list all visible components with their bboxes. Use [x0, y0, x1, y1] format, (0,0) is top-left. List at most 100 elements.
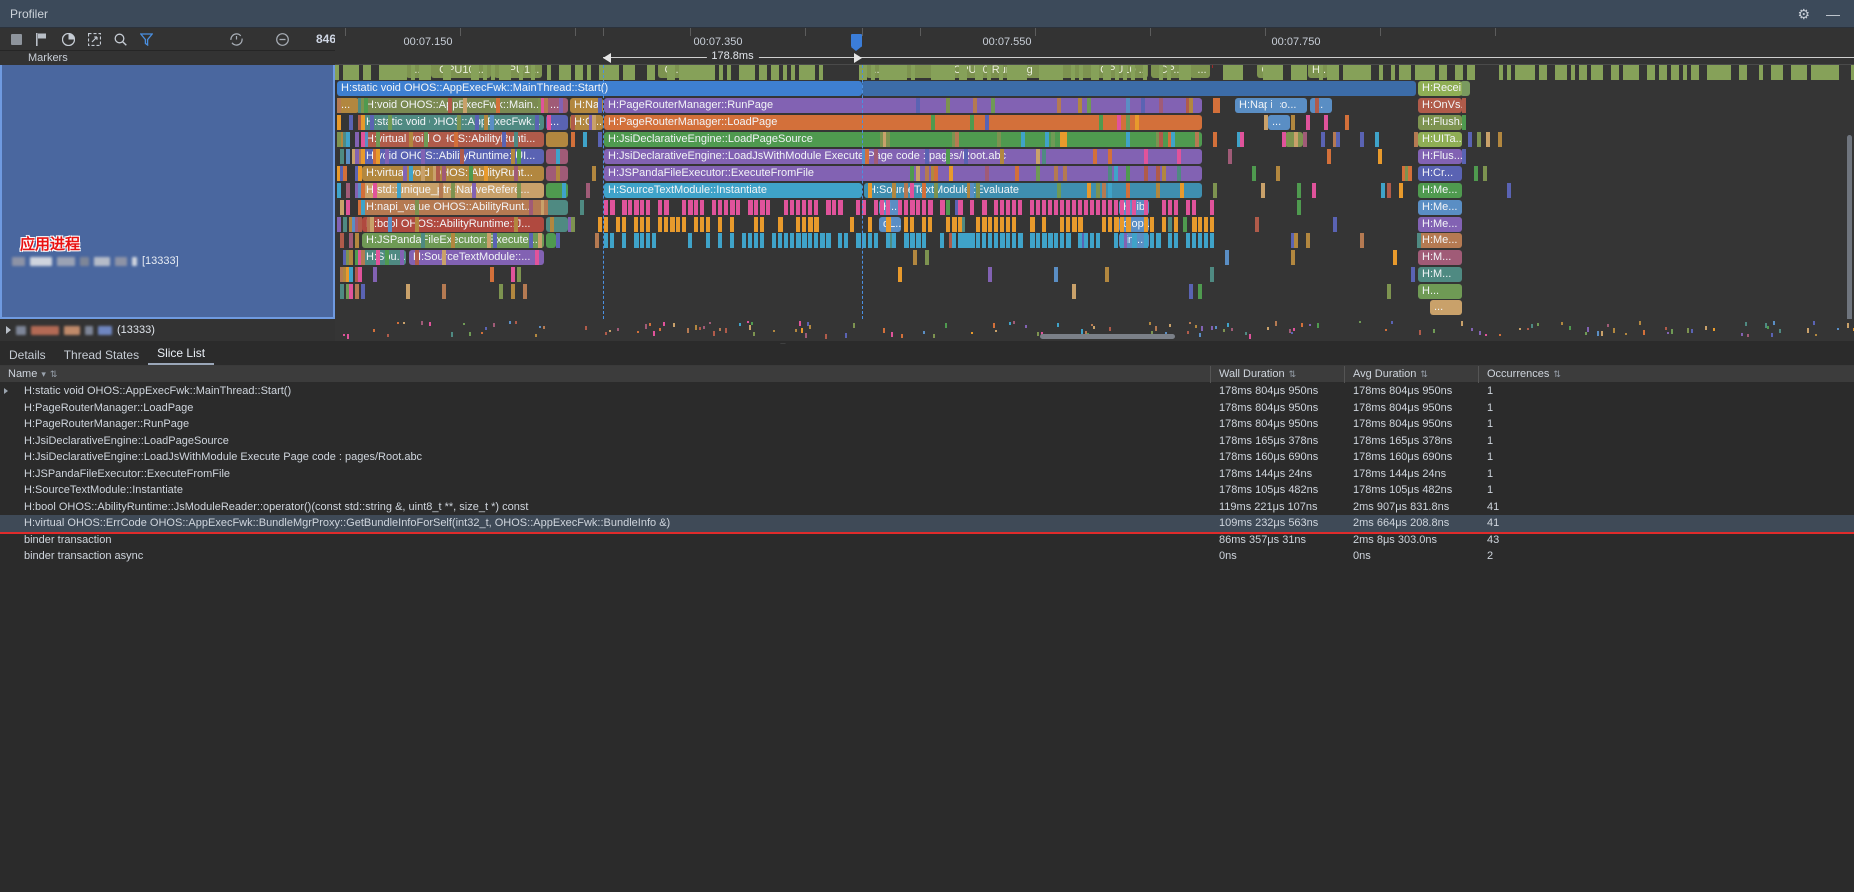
flame-micro-slice [340, 233, 344, 248]
flame-micro-slice [1411, 267, 1415, 282]
sort-icon[interactable]: ⇅ [1553, 369, 1561, 380]
table-row[interactable]: binder transaction async 0ns 0ns 2 [0, 548, 1854, 565]
flame-micro-slice [1267, 98, 1271, 113]
flame-slice[interactable]: H:Flus... [1418, 149, 1462, 164]
flame-slice[interactable]: H:JSPandaFileExecutor::ExecuteFromFile [604, 166, 1202, 181]
flame-micro-slice [346, 149, 350, 164]
table-row[interactable]: H:JsiDeclarativeEngine::LoadPageSource 17… [0, 433, 1854, 450]
sort-icon[interactable]: ⇅ [1420, 369, 1428, 380]
flame-slice[interactable]: H:SourceTextModule::... [409, 250, 544, 265]
flame-slice[interactable]: H... [1418, 284, 1462, 299]
flame-micro-slice [1126, 200, 1130, 215]
column-header-occurrences[interactable]: Occurrences ⇅ [1479, 366, 1569, 383]
table-row[interactable]: H:JSPandaFileExecutor::ExecuteFromFile 17… [0, 466, 1854, 483]
table-row[interactable]: H:JsiDeclarativeEngine::LoadJsWithModule… [0, 449, 1854, 466]
zoom-out-icon[interactable] [272, 29, 292, 49]
process-track-panel[interactable]: 应用进程 [13333] [0, 65, 335, 319]
flame-slice[interactable]: H... [1308, 65, 1328, 78]
flame-slice[interactable]: H:SourceTextModule::Evaluate [864, 183, 1202, 198]
flame-slice[interactable]: H:Me... [1418, 183, 1462, 198]
flame-slice[interactable]: H:Flush... [1418, 115, 1462, 130]
tab-thread-states[interactable]: Thread States [55, 346, 148, 365]
flame-slice[interactable]: H:SourceTextModule::Instantiate [604, 183, 862, 198]
flame-micro-slice [754, 200, 758, 215]
flame-slice[interactable]: H:PageRouterManager::RunPage [604, 98, 1202, 113]
flame-slice[interactable]: H:PageRouterManager::LoadPage [604, 115, 1202, 130]
timeline-horizontal-scrollbar[interactable] [1040, 334, 1175, 339]
tab-slice-list[interactable]: Slice List [148, 344, 215, 365]
reset-zoom-icon[interactable] [226, 29, 246, 49]
sort-icon[interactable]: ⇅ [50, 369, 58, 380]
column-header-avg-duration[interactable]: Avg Duration ⇅ [1345, 365, 1479, 383]
flame-slice[interactable]: ... [1268, 115, 1290, 130]
timeline-cursor[interactable] [603, 65, 604, 319]
flame-slice[interactable]: CPU10 ... [431, 65, 491, 78]
pie-chart-icon[interactable] [58, 29, 78, 49]
timeline-cursor[interactable] [862, 65, 863, 319]
flame-chart[interactable]: ★...CPU10 ...CPU1...C......CPU10 Running… [335, 65, 1854, 319]
flame-slice[interactable]: ... [546, 98, 568, 113]
stop-record-icon[interactable] [6, 29, 26, 49]
flame-micro-slice [1126, 132, 1130, 147]
sort-icon[interactable]: ⇅ [1289, 369, 1297, 380]
flame-slice[interactable]: ... [1190, 65, 1210, 78]
table-row[interactable]: H:SourceTextModule::Instantiate 178ms 105… [0, 482, 1854, 499]
search-icon[interactable] [110, 29, 130, 49]
gear-icon[interactable]: ⚙ [1797, 7, 1810, 21]
cpu-sample [1571, 65, 1575, 80]
cpu-sample [1443, 65, 1447, 80]
mini-track-sample [1687, 328, 1689, 333]
filter-icon[interactable] [136, 29, 156, 49]
flame-slice[interactable]: H:M... [1418, 250, 1462, 265]
flame-slice[interactable]: H:M... [1418, 267, 1462, 282]
column-header-name[interactable]: Name ▾ ⇅ [0, 365, 1211, 383]
funnel-icon[interactable]: ▾ [41, 369, 46, 380]
table-row[interactable]: H:static void OHOS::AppExecFwk::MainThre… [0, 383, 1854, 400]
flame-slice[interactable]: H:void OHOS::AppExecFwk::Main... [362, 98, 544, 113]
flame-micro-slice [385, 250, 389, 265]
flame-slice[interactable]: H:Me... [1418, 233, 1462, 248]
flame-slice[interactable]: H:Recei... [1418, 81, 1462, 96]
flame-slice[interactable]: H:OnVs... [1418, 98, 1462, 113]
flame-slice[interactable]: H:napi_value OHOS::AbilityRunt... [362, 200, 544, 215]
bookmark-flag-icon[interactable] [851, 34, 862, 51]
flame-slice[interactable] [546, 233, 556, 248]
flame-slice[interactable]: H:Me... [1418, 217, 1462, 232]
flag-marker-icon[interactable] [32, 29, 52, 49]
flame-micro-slice [949, 166, 953, 181]
flame-slice[interactable] [546, 200, 568, 215]
expand-triangle-icon[interactable] [6, 326, 11, 334]
flame-micro-slice [1192, 200, 1196, 215]
flame-slice[interactable] [546, 132, 568, 147]
flame-slice[interactable]: H:JsiDeclarativeEngine::LoadJsWithModule… [604, 149, 1202, 164]
flame-slice[interactable]: H:Cr... [1418, 166, 1462, 181]
flame-slice[interactable]: H:static void OHOS::AppExecFwk::MainThre… [337, 81, 862, 96]
timeline-ruler[interactable]: 00:07.150 00:07.350 00:07.550 00:07.750 178… [335, 28, 1854, 65]
table-row[interactable]: binder transaction 86ms 357μs 31ns 2ms 8μs… [0, 532, 1854, 549]
flame-micro-slice [910, 183, 914, 198]
flame-micro-slice [1210, 267, 1214, 282]
flame-slice[interactable] [862, 81, 1416, 96]
flame-slice[interactable]: ... [1430, 300, 1462, 315]
tab-details[interactable]: Details [0, 346, 55, 365]
column-header-wall-duration[interactable]: Wall Duration ⇅ [1211, 365, 1345, 383]
minimize-icon[interactable]: — [1826, 7, 1840, 21]
row-expander-icon[interactable] [4, 388, 8, 394]
flame-slice[interactable]: H:Me... [1418, 200, 1462, 215]
flame-vertical-scrollbar[interactable] [1847, 135, 1852, 319]
flame-row-depth-12: H:M... [335, 267, 1854, 283]
flame-micro-slice [1486, 132, 1490, 147]
flame-slice[interactable]: ... [1310, 98, 1332, 113]
table-row[interactable]: H:bool OHOS::AbilityRuntime::JsModuleRea… [0, 499, 1854, 516]
flame-micro-slice [928, 217, 932, 232]
mini-track-sample [1195, 325, 1197, 328]
table-row[interactable]: H:PageRouterManager::RunPage 178ms 804μs … [0, 416, 1854, 433]
cell-name: binder transaction [24, 533, 112, 546]
flame-slice[interactable]: H:UITa... [1418, 132, 1462, 147]
table-row[interactable]: H:virtual OHOS::ErrCode OHOS::AppExecFwk… [0, 515, 1854, 534]
table-row[interactable]: H:PageRouterManager::LoadPage 178ms 804μs… [0, 400, 1854, 417]
process-footer-row[interactable]: (13333) [0, 319, 335, 341]
select-region-icon[interactable] [84, 29, 104, 49]
flame-slice[interactable]: H:JsiDeclarativeEngine::LoadPageSource [604, 132, 1202, 147]
flame-slice[interactable]: H:Napi co... [1235, 98, 1307, 113]
